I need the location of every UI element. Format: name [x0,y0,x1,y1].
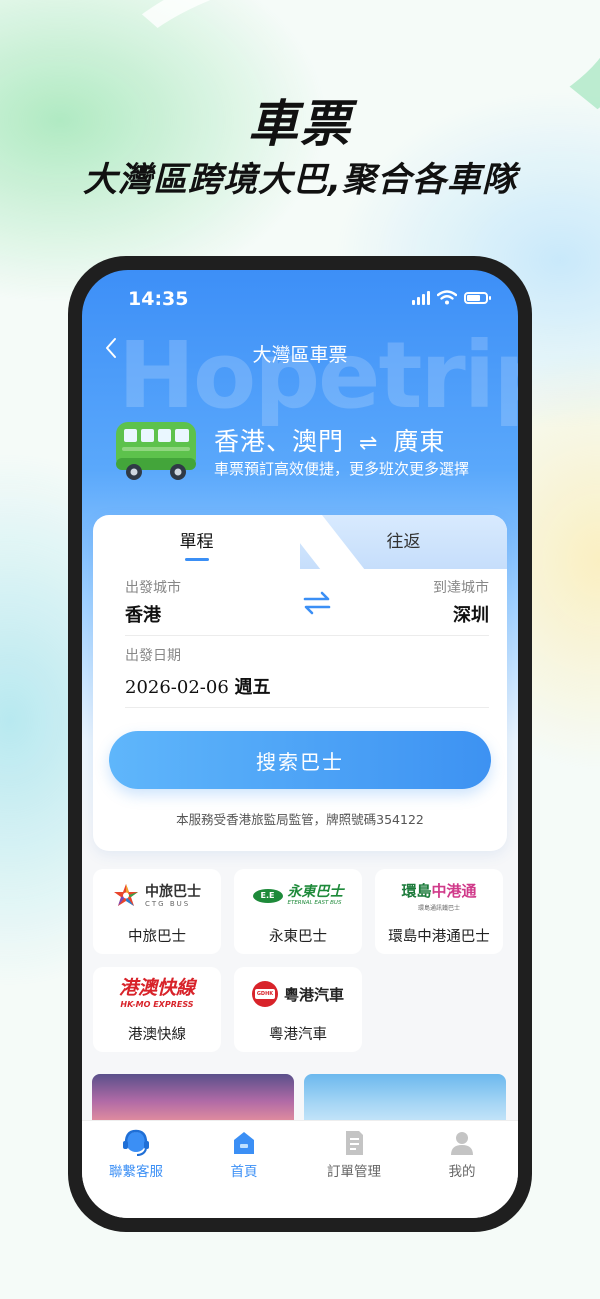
operator-card-hkmo-express[interactable]: 港澳快線 HK-MO EXPRESS 港澳快線 [93,967,221,1052]
arrival-city-field[interactable]: 到達城市 深圳 [339,577,489,635]
person-icon [451,1132,473,1155]
booking-card: 單程 往返 出發城市 香港 到達城市 深圳 出發日期 2026-02-06 週五… [93,515,507,851]
swap-cities-icon[interactable] [301,589,333,617]
huandao-logo-icon: 環島中港通 環島通訊鐵巴士 [375,877,503,915]
departure-date-value: 2026-02-06 週五 [125,673,271,699]
operator-name: 港澳快線 [128,1027,186,1043]
tab-orders[interactable]: 訂單管理 [304,1129,404,1180]
status-bar: 14:35 [82,270,518,330]
bus-icon [116,422,196,480]
hkmo-logo-sub: HK-MO EXPRESS [120,1000,194,1009]
operator-card-huandao[interactable]: 環島中港通 環島通訊鐵巴士 環島中港通巴士 [375,869,503,954]
promo-subtitle: 大灣區跨境大巴,聚合各車隊 [83,160,517,200]
hkmo-express-logo-icon: 港澳快線 HK-MO EXPRESS [93,975,221,1013]
arrival-city-label: 到達城市 [433,580,489,596]
huandao-logo-sub: 環島通訊鐵巴士 [417,905,460,912]
trip-type-tabs: 單程 往返 [93,515,507,569]
gdhk-logo-text: 粵港汽車 [283,985,344,1004]
date-value: 2026-02-06 [125,677,229,698]
operator-name: 粵港汽車 [269,1027,327,1043]
city-selector: 出發城市 香港 到達城市 深圳 [125,577,489,636]
tab-label: 訂單管理 [327,1164,381,1180]
license-note: 本服務受香港旅監局監管，牌照號碼354122 [176,812,424,827]
tab-profile[interactable]: 我的 [412,1129,512,1180]
operator-card-eternal-east[interactable]: E.E 永東巴士 ETERNAL EAST BUS 永東巴士 [234,869,362,954]
brand-watermark: Hopetrip [118,322,518,429]
route-from: 香港、澳門 [214,427,345,456]
tab-one-way-label: 單程 [179,532,214,552]
eternal-east-logo-icon: E.E 永東巴士 ETERNAL EAST BUS [234,881,362,911]
page-title: 大灣區車票 [252,344,348,366]
departure-city-field[interactable]: 出發城市 香港 [125,577,275,635]
gdhk-badge-text: GDHK [254,989,275,999]
ctg-logo-sub: CTG BUS [145,899,191,908]
arrival-city-value: 深圳 [453,605,489,626]
departure-city-label: 出發城市 [125,580,181,596]
ctg-bus-logo-icon: 中旅巴士 CTG BUS [93,881,221,911]
home-icon [234,1132,254,1154]
route-arrows-icon: ⇌ [358,431,379,456]
phone-frame: 14:35 Hopetrip 大灣區車票 香港、澳門 ⇌ 廣東 車票預訂高效便捷… [68,256,532,1232]
tab-round-trip[interactable]: 往返 [300,515,507,569]
search-bus-button[interactable]: 搜索巴士 [109,731,491,789]
wifi-icon [437,290,457,305]
operator-name: 永東巴士 [269,929,327,945]
tab-one-way[interactable]: 單程 [93,515,300,569]
status-icons [412,290,491,305]
active-tab-indicator [185,558,209,561]
tab-home[interactable]: 首頁 [194,1129,294,1180]
operator-name: 中旅巴士 [128,929,186,945]
operator-card-gdhk[interactable]: GDHK 粵港汽車 粵港汽車 [234,967,362,1052]
tab-label: 聯繫客服 [109,1164,163,1180]
departure-date-label: 出發日期 [125,648,181,664]
headset-icon [123,1129,149,1156]
tab-label: 我的 [448,1164,476,1180]
document-icon [346,1131,363,1155]
departure-date-field[interactable]: 出發日期 2026-02-06 週五 [125,645,489,708]
departure-city-value: 香港 [125,605,161,626]
signal-icon [412,290,430,305]
operator-name: 環島中港通巴士 [388,929,490,945]
gdhk-logo-icon: GDHK 粵港汽車 [234,979,362,1009]
promo-title: 車票 [248,95,352,153]
route-to: 廣東 [393,427,446,456]
eternal-logo-text: 永東巴士 [287,884,344,901]
tab-label: 首頁 [230,1164,258,1180]
status-time: 14:35 [128,288,189,310]
eternal-logo-sub: ETERNAL EAST BUS [287,900,342,907]
weekday-value: 週五 [234,677,271,698]
hero-tagline: 車票預訂高效便捷，更多班次更多選擇 [214,460,470,478]
battery-icon [464,291,491,304]
app-screen: 14:35 Hopetrip 大灣區車票 香港、澳門 ⇌ 廣東 車票預訂高效便捷… [82,270,518,1218]
operator-card-ctg[interactable]: 中旅巴士 CTG BUS 中旅巴士 [93,869,221,954]
route-text: 香港、澳門 ⇌ 廣東 [214,422,445,458]
tab-customer-service[interactable]: 聯繫客服 [86,1129,186,1180]
ctg-logo-text: 中旅巴士 [145,883,201,900]
bottom-tab-bar: 聯繫客服 首頁 訂單管理 我的 [82,1120,518,1218]
huandao-logo-text: 環島中港通 [401,882,477,900]
hkmo-logo-text: 港澳快線 [118,977,195,999]
tab-round-trip-label: 往返 [386,532,421,552]
